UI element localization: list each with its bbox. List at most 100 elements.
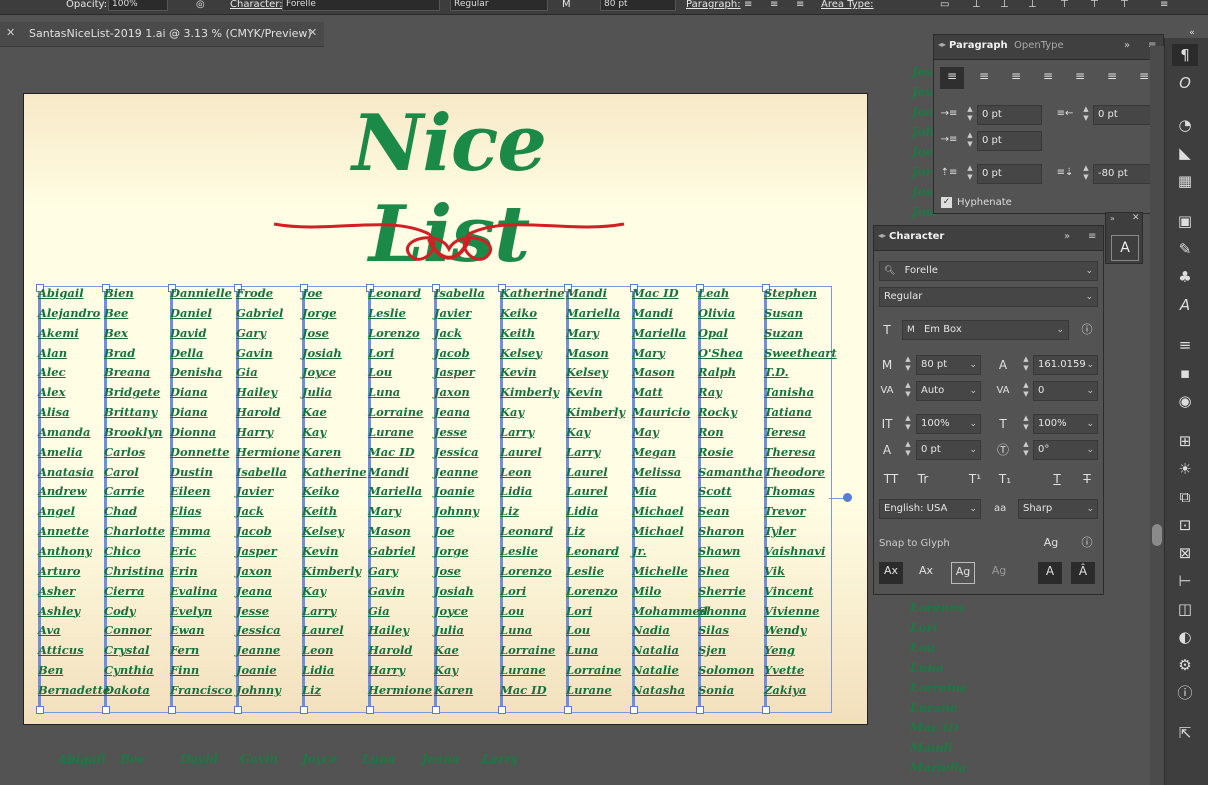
recolor-icon[interactable]: ◎	[196, 0, 205, 13]
opentype-panel-icon[interactable]: O	[1172, 72, 1198, 94]
text-frame-handle[interactable]	[630, 706, 638, 714]
name-column[interactable]: Stephen Susan Suzan Sweetheart T.D. Tanisha Ta…	[764, 284, 837, 701]
frame-handle-knob[interactable]	[843, 493, 852, 502]
name-column[interactable]: Dannielle Daniel David Della Denisha Diana Dia…	[170, 284, 232, 701]
menu-icon[interactable]: ≡	[1160, 0, 1168, 13]
spinner-icon[interactable]: ▲ ▼	[1020, 355, 1032, 375]
align-panel-icon[interactable]: ⊞	[1172, 430, 1198, 452]
font-style-field[interactable]: Regular	[450, 0, 548, 11]
text-frame-handle[interactable]	[696, 706, 704, 714]
text-frame-handle[interactable]	[762, 706, 770, 714]
transform-icon[interactable]: ▭	[940, 0, 949, 13]
export-icon[interactable]: ⇱	[1172, 722, 1198, 744]
subscript-icon[interactable]: T₁	[994, 470, 1016, 488]
align-objects-icon[interactable]: ⊥	[1000, 0, 1009, 13]
swatches-icon[interactable]: ▦	[1172, 170, 1198, 192]
tracking-field[interactable]: 0 ⌄	[1033, 381, 1098, 401]
color-palette-icon[interactable]: ◔	[1172, 114, 1198, 136]
libraries-icon[interactable]: ▣	[1172, 210, 1198, 232]
align-left-icon[interactable]: ≡	[744, 0, 752, 13]
strikethrough-icon[interactable]: T	[1076, 470, 1098, 488]
character-label[interactable]: Character:	[230, 0, 283, 13]
transparency-icon[interactable]: ◉	[1172, 390, 1198, 412]
spinner-icon[interactable]: ▲ ▼	[1020, 440, 1032, 460]
spinner-icon[interactable]: ▲ ▼	[1020, 381, 1032, 401]
name-column[interactable]: Frode Gabriel Gary Gavin Gia Hailey Harold Harr…	[236, 284, 300, 701]
name-column[interactable]: Mac ID Mandi Mariella Mary Mason Matt Mauricio…	[632, 284, 708, 701]
expand-icon[interactable]: »	[1064, 231, 1070, 242]
name-column[interactable]: Leonard Leslie Lorenzo Lori Lou Luna Lorraine L…	[368, 284, 432, 701]
artboards-icon[interactable]: ⧉	[1172, 486, 1198, 508]
hyphenate-checkbox[interactable]: ✓	[941, 197, 952, 208]
spinner-icon[interactable]: ▲ ▼	[1080, 105, 1092, 125]
justify-center-icon[interactable]: ≡	[1068, 67, 1092, 85]
space-before-field[interactable]: 0 pt	[977, 164, 1042, 184]
name-column[interactable]: Abigail Alejandro Akemi Alan Alec Alex Alisa Am…	[38, 284, 110, 701]
align-right-icon[interactable]: ≡	[1004, 67, 1028, 85]
font-size-field[interactable]: 80 pt	[600, 0, 676, 11]
graphic-styles-icon[interactable]: A	[1172, 294, 1198, 316]
snap-anchor-icon[interactable]: Â	[1071, 562, 1095, 584]
name-column[interactable]: Katherine Keiko Keith Kelsey Kevin Kimberly Ka…	[500, 284, 565, 701]
right-indent-field[interactable]: 0 pt	[1093, 105, 1158, 125]
text-frame-handle[interactable]	[498, 706, 506, 714]
horizontal-scale-field[interactable]: 100% ⌄	[1033, 414, 1098, 434]
vertical-scrollbar[interactable]	[1150, 46, 1164, 785]
snap-baseline-icon[interactable]: Ax	[879, 562, 903, 584]
asset-export-icon[interactable]: ⊡	[1172, 514, 1198, 536]
first-line-indent-field[interactable]: 0 pt	[977, 131, 1042, 151]
snap-proximity-icon[interactable]: Ag	[987, 562, 1011, 580]
cc-libraries-icon[interactable]: ⚙	[1172, 654, 1198, 676]
vertical-scale-field[interactable]: 100% ⌄	[916, 414, 981, 434]
name-column[interactable]: Mandi Mariella Mary Mason Kelsey Kevin Kimberl…	[566, 284, 625, 701]
name-column[interactable]: Bien Bee Bex Brad Breana Bridgete Brittany Broo…	[104, 284, 165, 701]
navigator-icon[interactable]: ◐	[1172, 626, 1198, 648]
em-box-field[interactable]: M Em Box ⌄	[902, 320, 1069, 340]
touch-type-icon[interactable]: T	[878, 321, 896, 339]
spinner-icon[interactable]: ▲ ▼	[1080, 164, 1092, 184]
baseline-shift-field[interactable]: 0 pt ⌄	[916, 440, 981, 460]
appearance-icon[interactable]: ☀	[1172, 458, 1198, 480]
spinner-icon[interactable]: ▲ ▼	[1020, 414, 1032, 434]
spinner-icon[interactable]: ▲ ▼	[964, 164, 976, 184]
panel-menu-icon[interactable]: ≡	[1088, 231, 1096, 242]
underline-icon[interactable]: T	[1046, 470, 1068, 488]
text-frame-handle[interactable]	[234, 706, 242, 714]
align-objects-icon[interactable]: ⊤	[1120, 0, 1129, 13]
collapse-icon[interactable]: ◂▸	[938, 40, 946, 49]
glyph-guide-icon[interactable]: Ag	[1042, 534, 1060, 552]
close-icon[interactable]: ✕	[6, 26, 15, 39]
language-field[interactable]: English: USA ⌄	[879, 499, 981, 519]
close-icon[interactable]: ✕	[308, 26, 317, 39]
close-icon[interactable]: ✕	[1132, 213, 1140, 223]
align-objects-icon[interactable]: ⊥	[1028, 0, 1037, 13]
align-right-icon[interactable]: ≡	[796, 0, 804, 13]
collapse-icon[interactable]: ◂▸	[878, 231, 886, 240]
document-tab[interactable]: ✕ SantasNiceList-2019 1.ai @ 3.13 % (CMY…	[0, 22, 324, 47]
gradient-icon[interactable]: ▪	[1172, 362, 1198, 384]
spinner-icon[interactable]: ▲ ▼	[902, 381, 914, 401]
paragraph-label[interactable]: Paragraph:	[686, 0, 741, 13]
snap-xheight-icon[interactable]: Ax	[914, 562, 938, 580]
text-frame-handle[interactable]	[168, 706, 176, 714]
collapse-icon[interactable]: «	[1179, 22, 1205, 44]
align-center-icon[interactable]: ≡	[770, 0, 778, 13]
left-indent-field[interactable]: 0 pt	[977, 105, 1042, 125]
tab-paragraph[interactable]: Paragraph	[949, 40, 1008, 51]
info-icon[interactable]: ⓘ	[1078, 321, 1096, 339]
name-column[interactable]: Leah Olivia Opal O'Shea Ralph Ray Rocky Ron Rosi…	[698, 284, 763, 701]
text-frame-handle[interactable]	[102, 706, 110, 714]
font-family-field[interactable]: Forelle	[282, 0, 440, 11]
align-left-icon[interactable]: ≡	[940, 67, 964, 89]
leading-field[interactable]: 161.0159 ⌄	[1033, 355, 1098, 375]
rotation-field[interactable]: 0° ⌄	[1033, 440, 1098, 460]
pathfinder-icon[interactable]: ◫	[1172, 598, 1198, 620]
snap-angular-icon[interactable]: A	[1038, 562, 1062, 584]
align-center-icon[interactable]: ≡	[972, 67, 996, 85]
spinner-icon[interactable]: ▲ ▼	[902, 414, 914, 434]
paragraph-panel-icon[interactable]: ¶	[1172, 44, 1198, 66]
superscript-icon[interactable]: T¹	[964, 470, 986, 488]
kerning-field[interactable]: Auto ⌄	[916, 381, 981, 401]
all-caps-icon[interactable]: TT	[880, 470, 902, 488]
justify-left-icon[interactable]: ≡	[1036, 67, 1060, 85]
